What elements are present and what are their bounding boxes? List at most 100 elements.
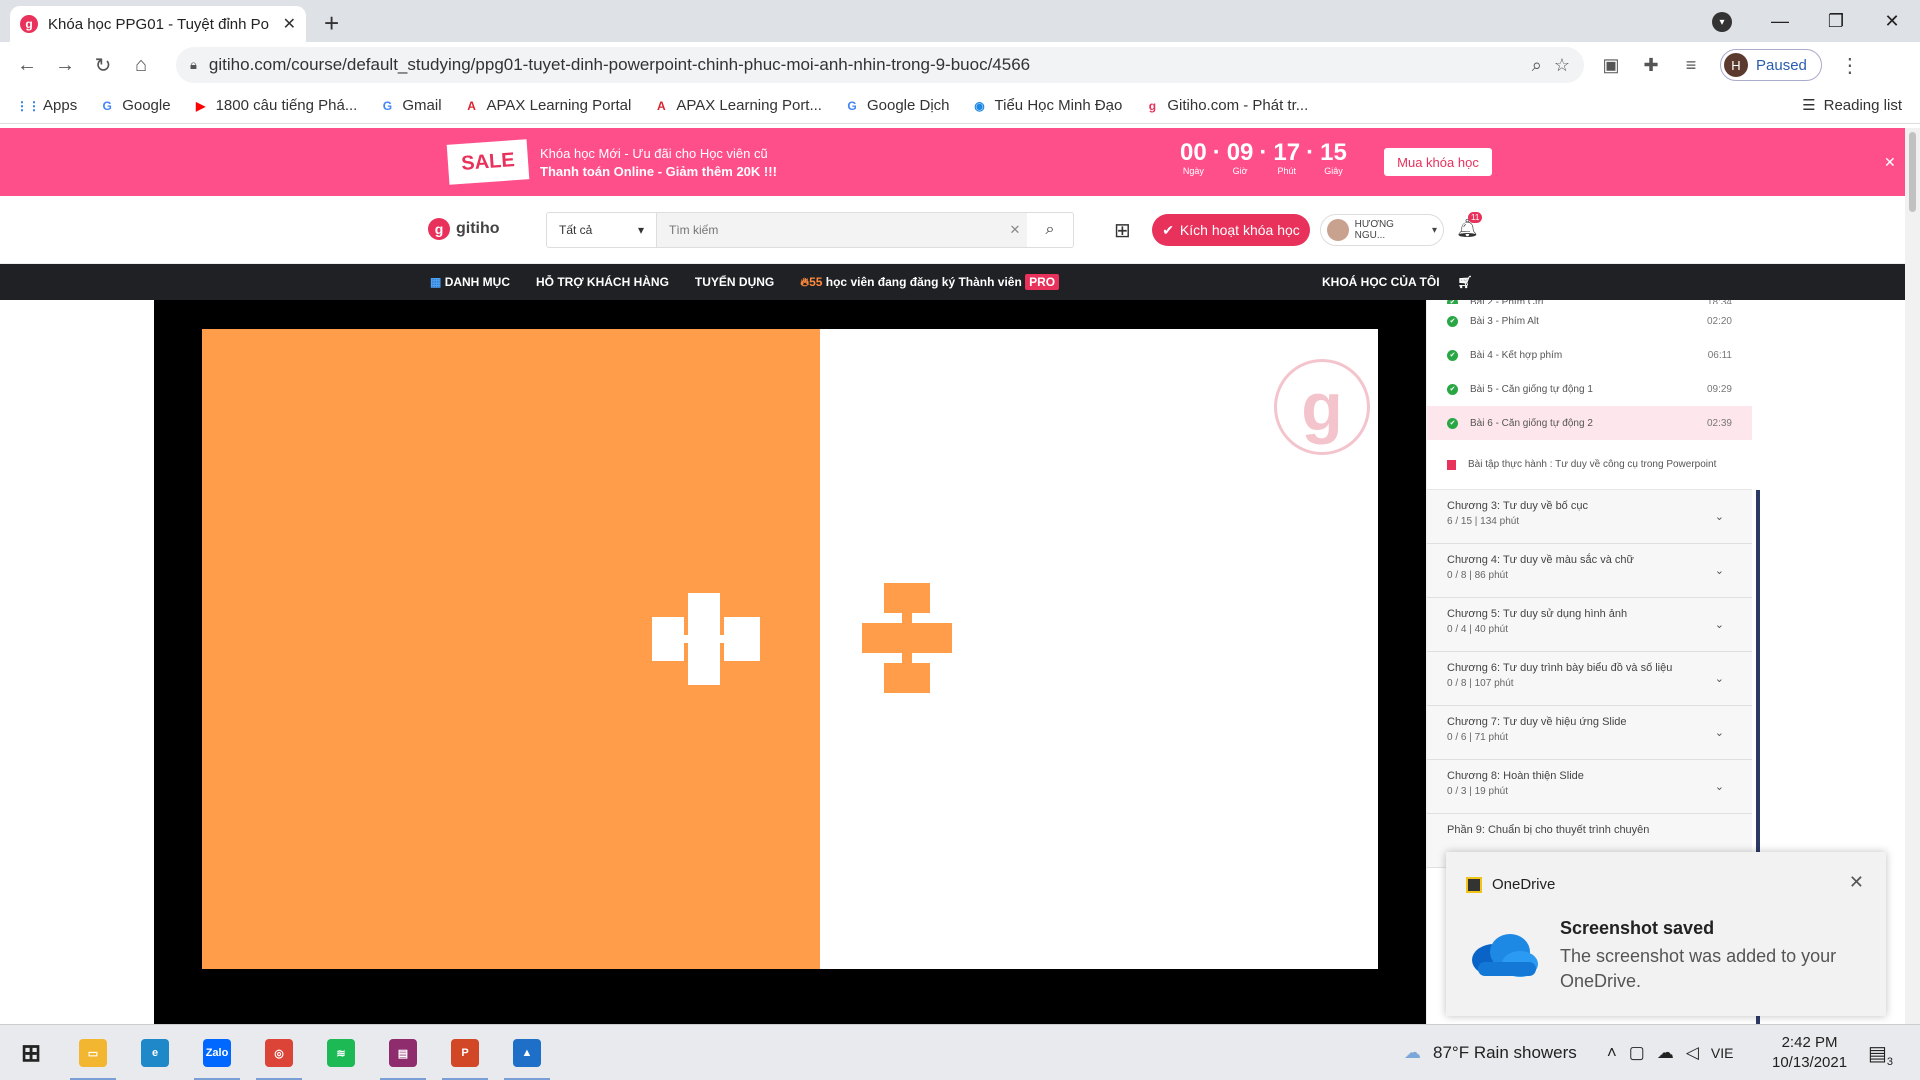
weather-text[interactable]: 87°F Rain showers [1433, 1043, 1577, 1063]
puzzle-icon[interactable]: ✚ [1640, 55, 1662, 76]
lesson-item[interactable]: ✔ Bài 6 - Căn giống tự động 2 02:39 [1427, 406, 1752, 440]
bookmark-item[interactable]: A APAX Learning Portal [464, 97, 631, 114]
taskbar-windows-start[interactable]: ⊞ [0, 1025, 62, 1080]
bookmark-star-icon[interactable]: ☆ [1554, 55, 1570, 76]
close-banner-icon[interactable]: ✕ [1884, 154, 1896, 171]
chevron-down-icon[interactable]: ⌄ [1715, 780, 1724, 793]
meet-icon[interactable]: ▢ [1629, 1043, 1645, 1063]
bookmark-item[interactable]: G Gmail [379, 97, 442, 114]
search-input[interactable] [657, 213, 1003, 247]
chevron-down-icon[interactable]: ⌄ [1715, 564, 1724, 577]
promo-line-1: Khóa học Mới - Ưu đãi cho Học viên cũ [540, 146, 768, 161]
minimize-icon[interactable]: — [1752, 11, 1808, 32]
exercise-title: Bài tập thực hành : Tư duy về công cụ tr… [1468, 459, 1717, 470]
completed-check-icon: ✔ [1447, 300, 1458, 304]
taskbar-file-explorer[interactable]: ▭ [62, 1025, 124, 1080]
chapter-item[interactable]: Chương 4: Tư duy về màu sắc và chữ 0 / 8 … [1427, 544, 1752, 598]
bookmark-item[interactable]: ⋮⋮ Apps [16, 97, 77, 114]
category-value: Tất cả [559, 223, 593, 237]
chapter-item[interactable]: Chương 8: Hoàn thiện Slide 0 / 3 | 19 phú… [1427, 760, 1752, 814]
buy-course-button[interactable]: Mua khóa học [1384, 148, 1492, 176]
taskbar-edge[interactable]: e [124, 1025, 186, 1080]
weather-icon[interactable]: ☁︎ [1404, 1043, 1421, 1063]
chevron-down-icon[interactable]: ⌄ [1715, 510, 1724, 523]
chapter-item[interactable]: Chương 3: Tư duy về bố cục 6 / 15 | 134 p… [1427, 490, 1752, 544]
action-center-icon[interactable]: ▤3 [1868, 1041, 1893, 1068]
taskbar-photos[interactable]: ▲ [496, 1025, 558, 1080]
chevron-down-icon[interactable]: ⌄ [1715, 726, 1724, 739]
volume-icon[interactable]: ◁ [1686, 1043, 1699, 1063]
notification-bell-icon[interactable]: 🔔︎ 11 [1456, 212, 1483, 239]
scrollbar-thumb[interactable] [1909, 132, 1916, 212]
align-horizontal-icon [652, 593, 764, 685]
bookmark-item[interactable]: ▶ 1800 câu tiếng Phá... [193, 97, 357, 114]
close-window-icon[interactable]: ✕ [1864, 11, 1920, 32]
restore-icon[interactable]: ❐ [1808, 11, 1864, 32]
user-menu[interactable]: HƯƠNG NGU... ▾ [1320, 214, 1444, 246]
timer-caption: Giây [1324, 166, 1343, 176]
back-icon[interactable]: ← [8, 54, 46, 77]
close-notification-icon[interactable]: ✕ [1849, 872, 1864, 893]
lock-icon[interactable]: 🔒︎ [190, 57, 197, 73]
chapter-item[interactable]: Chương 7: Tư duy về hiệu ứng Slide 0 / 6 … [1427, 706, 1752, 760]
taskbar-winrar[interactable]: ▤ [372, 1025, 434, 1080]
promo-line-2: Thanh toán Online - Giảm thêm 20K !!! [540, 164, 777, 179]
taskbar-powerpoint[interactable]: P [434, 1025, 496, 1080]
timer-value: 09 [1226, 139, 1254, 166]
reading-list-button[interactable]: ☰ Reading list [1802, 96, 1902, 115]
video-player[interactable]: g [154, 300, 1426, 1024]
chapter-item[interactable]: Chương 5: Tư duy sử dụng hình ảnh 0 / 4 |… [1427, 598, 1752, 652]
bookmark-item[interactable]: g Gitiho.com - Phát tr... [1144, 97, 1309, 114]
extension-icon[interactable]: ▣ [1600, 55, 1622, 76]
menu-icon[interactable]: ⋮ [1840, 53, 1860, 78]
bookmark-item[interactable]: G Google Dịch [844, 97, 949, 114]
gitiho-logo[interactable]: g gitiho [428, 218, 500, 240]
profile-button[interactable]: H Paused [1720, 49, 1822, 81]
chevron-up-icon[interactable]: ˄ [1607, 1043, 1617, 1063]
category-select[interactable]: Tất cả ▾ [547, 213, 657, 247]
address-bar[interactable]: 🔒︎ gitiho.com/course/default_studying/pp… [176, 47, 1584, 83]
exercise-item[interactable]: Bài tập thực hành : Tư duy về công cụ tr… [1427, 440, 1752, 490]
chevron-down-icon[interactable]: ⌄ [1715, 672, 1724, 685]
url-text[interactable]: gitiho.com/course/default_studying/ppg01… [209, 55, 1520, 75]
timer-separator: · [1306, 139, 1315, 166]
nav-pro-promo[interactable]: 🔥︎55 học viên đang đăng ký Thành viên PR… [800, 273, 1060, 290]
add-course-icon[interactable]: ⊞ [1114, 218, 1131, 243]
clock[interactable]: 2:42 PM 10/13/2021 [1772, 1033, 1847, 1073]
lesson-item[interactable]: ✔ Bài 3 - Phím Alt 02:20 [1427, 304, 1752, 338]
bookmark-item[interactable]: A APAX Learning Port... [653, 97, 822, 114]
forward-icon[interactable]: → [46, 54, 84, 77]
onedrive-notification[interactable]: OneDrive ✕ Screenshot saved The screensh… [1446, 852, 1886, 1016]
new-tab-icon[interactable]: + [324, 8, 339, 39]
taskbar-spotify[interactable]: ≋ [310, 1025, 372, 1080]
page-scrollbar[interactable] [1905, 128, 1920, 1024]
nav-label: DANH MỤC [444, 275, 511, 289]
bookmark-item[interactable]: ◉ Tiểu Học Minh Đạo [972, 97, 1122, 114]
media-icon[interactable]: ≡ [1680, 55, 1702, 76]
close-tab-icon[interactable]: ✕ [283, 14, 296, 34]
lesson-item[interactable]: ✔ Bài 4 - Kết hợp phím 06:11 [1427, 338, 1752, 372]
onedrive-tray-icon[interactable]: ☁︎ [1657, 1043, 1674, 1063]
tab-search-icon[interactable]: ▾ [1712, 12, 1732, 32]
activate-course-button[interactable]: ✔ Kích hoạt khóa học [1152, 214, 1310, 246]
nav-support[interactable]: HỖ TRỢ KHÁCH HÀNG [536, 275, 669, 289]
zoom-icon[interactable]: ⌕ [1532, 55, 1542, 76]
reload-icon[interactable]: ↻ [84, 53, 122, 78]
my-courses-link[interactable]: KHOÁ HỌC CỦA TÔI [1322, 275, 1440, 289]
clear-search-icon[interactable]: ✕ [1003, 213, 1027, 247]
lesson-item[interactable]: ✔ Bài 5 - Căn giống tự động 1 09:29 [1427, 372, 1752, 406]
nav-careers[interactable]: TUYỂN DỤNG [695, 275, 774, 289]
bookmark-item[interactable]: G Google [99, 97, 171, 114]
chevron-down-icon[interactable]: ⌄ [1715, 618, 1724, 631]
taskbar-zalo[interactable]: Zalo [186, 1025, 248, 1080]
chapter-meta: 0 / 3 | 19 phút [1447, 786, 1508, 797]
chapter-item[interactable]: Chương 6: Tư duy trình bày biểu đồ và số… [1427, 652, 1752, 706]
browser-tab[interactable]: g Khóa học PPG01 - Tuyệt đỉnh Po ✕ [10, 6, 306, 42]
taskbar-chrome[interactable]: ◎ [248, 1025, 310, 1080]
nav-categories[interactable]: ▦ DANH MỤC [430, 275, 510, 289]
home-icon[interactable]: ⌂ [122, 54, 160, 77]
gitiho-logo-icon: g [428, 218, 450, 240]
search-icon[interactable]: ⌕ [1027, 213, 1073, 247]
cart-icon[interactable]: 🛒︎ [1458, 275, 1473, 289]
language-indicator[interactable]: VIE [1711, 1045, 1734, 1061]
